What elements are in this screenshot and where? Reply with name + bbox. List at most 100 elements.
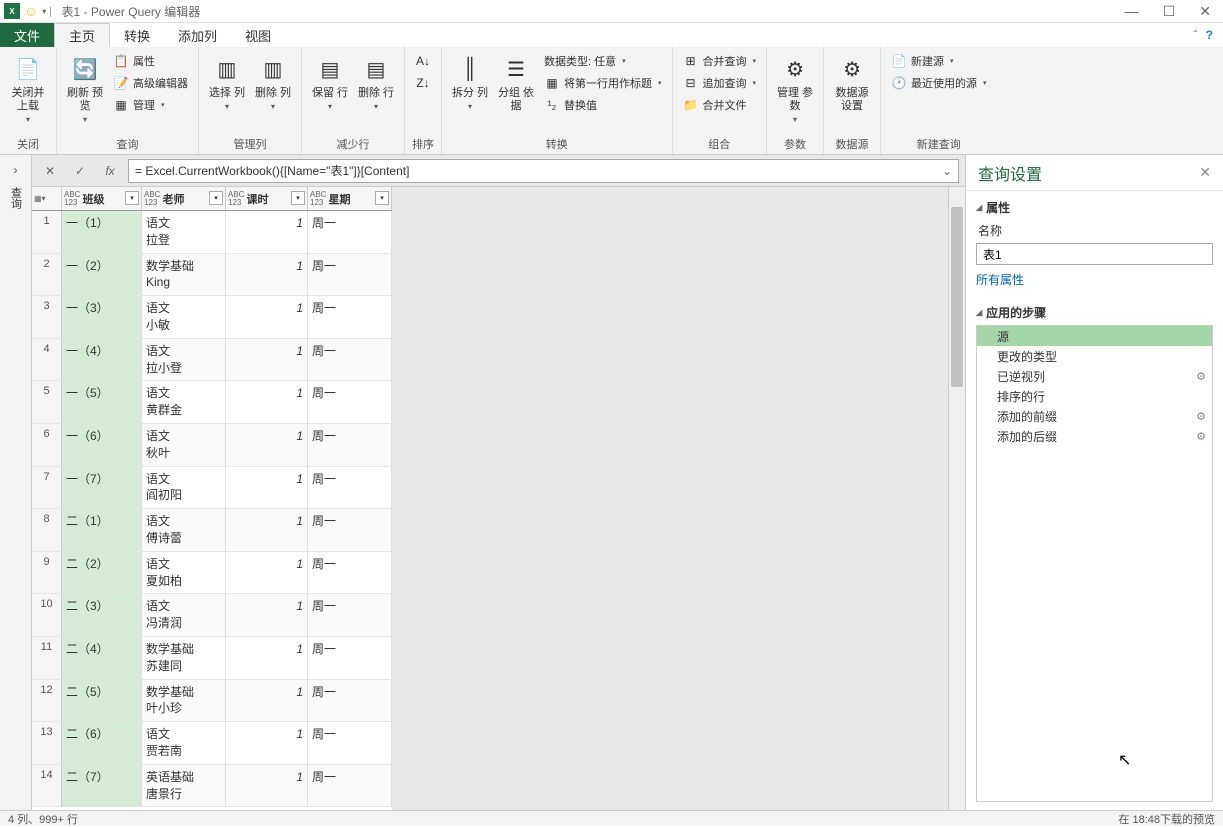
cell[interactable]: 1	[226, 467, 308, 510]
queries-pane-collapsed[interactable]: › 查询	[0, 155, 32, 810]
cell[interactable]: 1	[226, 637, 308, 680]
cell[interactable]: 周一	[308, 254, 392, 297]
gear-icon[interactable]: ⚙	[1196, 370, 1206, 383]
replace-values-button[interactable]: ¹₂替换值	[540, 95, 666, 115]
maximize-button[interactable]: ☐	[1163, 3, 1176, 20]
table-row[interactable]: 2一（2）数学基础King1周一	[32, 254, 392, 297]
cell[interactable]: 周一	[308, 722, 392, 765]
cell[interactable]: 1	[226, 381, 308, 424]
vertical-scrollbar[interactable]	[948, 187, 965, 810]
cell[interactable]: 1	[226, 552, 308, 595]
refresh-preview-button[interactable]: 🔄 刷新 预览 ▾	[63, 51, 107, 126]
table-row[interactable]: 4一（4）语文拉小登1周一	[32, 339, 392, 382]
cell[interactable]: 1	[226, 509, 308, 552]
merge-queries-button[interactable]: ⊞合并查询▾	[679, 51, 761, 71]
cell[interactable]: 周一	[308, 552, 392, 595]
close-load-button[interactable]: 📄 关闭并 上载 ▾	[6, 51, 50, 126]
first-row-header-button[interactable]: ▦将第一行用作标题▾	[540, 73, 666, 93]
smiley-icon[interactable]: ☺	[24, 3, 38, 19]
cell[interactable]: 周一	[308, 509, 392, 552]
close-button[interactable]: ✕	[1199, 3, 1211, 20]
cell[interactable]: 1	[226, 339, 308, 382]
collapse-ribbon-icon[interactable]: ˆ	[1194, 28, 1198, 42]
advanced-editor-button[interactable]: 📝高级编辑器	[109, 73, 192, 93]
data-grid[interactable]: ▦▾ ABC123班级▾ABC123老师▾ABC123课时▾ABC123星期▾ …	[32, 187, 392, 810]
column-filter-icon[interactable]: ▾	[209, 191, 223, 205]
remove-columns-button[interactable]: ▥ 删除 列▾	[251, 51, 295, 113]
cell[interactable]: 周一	[308, 339, 392, 382]
cell[interactable]: 二（6）	[62, 722, 142, 765]
gear-icon[interactable]: ⚙	[1196, 410, 1206, 423]
cell[interactable]: 语文贾若南	[142, 722, 226, 765]
table-row[interactable]: 5一（5）语文黄群金1周一	[32, 381, 392, 424]
fx-icon[interactable]: fx	[98, 159, 122, 183]
cell[interactable]: 周一	[308, 211, 392, 254]
cell[interactable]: 一（5）	[62, 381, 142, 424]
cell[interactable]: 数学基础叶小珍	[142, 680, 226, 723]
tab-add-column[interactable]: 添加列	[164, 23, 231, 47]
properties-button[interactable]: 📋属性	[109, 51, 192, 71]
new-source-button[interactable]: 📄新建源▾	[887, 51, 991, 71]
tab-transform[interactable]: 转换	[110, 23, 164, 47]
sort-asc-button[interactable]: A↓	[411, 51, 435, 71]
cell[interactable]: 一（2）	[62, 254, 142, 297]
cell[interactable]: 语文夏如柏	[142, 552, 226, 595]
table-row[interactable]: 8二（1）语文傅诗蕾1周一	[32, 509, 392, 552]
cell[interactable]: 周一	[308, 424, 392, 467]
cell[interactable]: 语文冯清润	[142, 594, 226, 637]
applied-step[interactable]: 已逆视列⚙	[977, 366, 1212, 386]
column-filter-icon[interactable]: ▾	[125, 191, 139, 205]
cell[interactable]: 一（4）	[62, 339, 142, 382]
cell[interactable]: 周一	[308, 467, 392, 510]
column-filter-icon[interactable]: ▾	[375, 191, 389, 205]
applied-step[interactable]: 添加的后缀⚙	[977, 426, 1212, 446]
table-row[interactable]: 12二（5）数学基础叶小珍1周一	[32, 680, 392, 723]
table-row[interactable]: 13二（6）语文贾若南1周一	[32, 722, 392, 765]
choose-columns-button[interactable]: ▥ 选择 列▾	[205, 51, 249, 113]
table-row[interactable]: 9二（2）语文夏如柏1周一	[32, 552, 392, 595]
table-row[interactable]: 6一（6）语文秋叶1周一	[32, 424, 392, 467]
cell[interactable]: 1	[226, 722, 308, 765]
table-row[interactable]: 10二（3）语文冯清润1周一	[32, 594, 392, 637]
applied-step[interactable]: 更改的类型	[977, 346, 1212, 366]
column-header-2[interactable]: ABC123课时▾	[226, 187, 308, 210]
cell[interactable]: 英语基础唐景行	[142, 765, 226, 808]
cell[interactable]: 1	[226, 594, 308, 637]
keep-rows-button[interactable]: ▤ 保留 行▾	[308, 51, 352, 113]
applied-step[interactable]: 排序的行	[977, 386, 1212, 406]
tab-view[interactable]: 视图	[231, 23, 285, 47]
gear-icon[interactable]: ⚙	[1196, 430, 1206, 443]
column-header-1[interactable]: ABC123老师▾	[142, 187, 226, 210]
sort-desc-button[interactable]: Z↓	[411, 73, 435, 93]
row-selector-header[interactable]: ▦▾	[32, 187, 62, 210]
column-filter-icon[interactable]: ▾	[291, 191, 305, 205]
cancel-formula-icon[interactable]: ✕	[38, 159, 62, 183]
cell[interactable]: 二（7）	[62, 765, 142, 808]
help-icon[interactable]: ?	[1206, 28, 1213, 42]
append-queries-button[interactable]: ⊟追加查询▾	[679, 73, 761, 93]
cell[interactable]: 二（2）	[62, 552, 142, 595]
cell[interactable]: 周一	[308, 637, 392, 680]
cell[interactable]: 二（4）	[62, 637, 142, 680]
table-row[interactable]: 7一（7）语文阎初阳1周一	[32, 467, 392, 510]
remove-rows-button[interactable]: ▤ 删除 行▾	[354, 51, 398, 113]
cell[interactable]: 数学基础King	[142, 254, 226, 297]
cell[interactable]: 1	[226, 680, 308, 723]
cell[interactable]: 语文拉登	[142, 211, 226, 254]
cell[interactable]: 一（7）	[62, 467, 142, 510]
cell[interactable]: 1	[226, 296, 308, 339]
applied-step[interactable]: 源	[977, 326, 1212, 346]
combine-files-button[interactable]: 📁合并文件	[679, 95, 761, 115]
cell[interactable]: 二（1）	[62, 509, 142, 552]
data-source-button[interactable]: ⚙ 数据源 设置	[830, 51, 874, 115]
column-header-3[interactable]: ABC123星期▾	[308, 187, 392, 210]
tab-file[interactable]: 文件	[0, 23, 54, 47]
formula-dropdown-icon[interactable]: ⌄	[942, 164, 952, 178]
cell[interactable]: 1	[226, 765, 308, 808]
cell[interactable]: 周一	[308, 594, 392, 637]
cell[interactable]: 1	[226, 254, 308, 297]
cell[interactable]: 语文傅诗蕾	[142, 509, 226, 552]
cell[interactable]: 一（1）	[62, 211, 142, 254]
table-row[interactable]: 1一（1）语文拉登1周一	[32, 211, 392, 254]
steps-section-header[interactable]: 应用的步骤	[976, 304, 1213, 321]
